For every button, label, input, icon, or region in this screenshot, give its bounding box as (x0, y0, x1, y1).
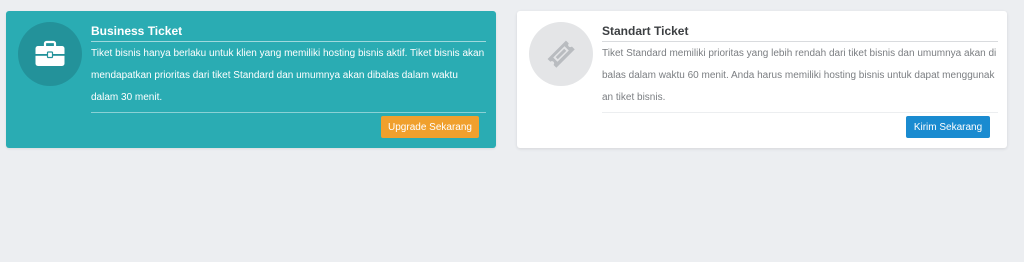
business-icon-badge (18, 22, 82, 86)
standard-ticket-content: Standart Ticket Tiket Standard memiliki … (602, 23, 998, 113)
divider (602, 112, 998, 113)
business-ticket-title: Business Ticket (91, 24, 183, 38)
standard-ticket-title: Standart Ticket (602, 24, 689, 38)
divider (91, 112, 486, 113)
standard-ticket-card: Standart Ticket Tiket Standard memiliki … (517, 11, 1007, 148)
standard-icon-badge (529, 22, 593, 86)
ticket-icon (547, 40, 575, 68)
business-ticket-content: Business Ticket Tiket bisnis hanya berla… (91, 23, 486, 113)
send-now-button[interactable]: Kirim Sekarang (906, 116, 990, 138)
briefcase-icon (35, 40, 65, 66)
standard-ticket-description: Tiket Standard memiliki prioritas yang l… (602, 48, 997, 103)
upgrade-now-button[interactable]: Upgrade Sekarang (381, 116, 479, 138)
business-ticket-description: Tiket bisnis hanya berlaku untuk klien y… (91, 48, 485, 103)
business-ticket-card: Business Ticket Tiket bisnis hanya berla… (6, 11, 496, 148)
